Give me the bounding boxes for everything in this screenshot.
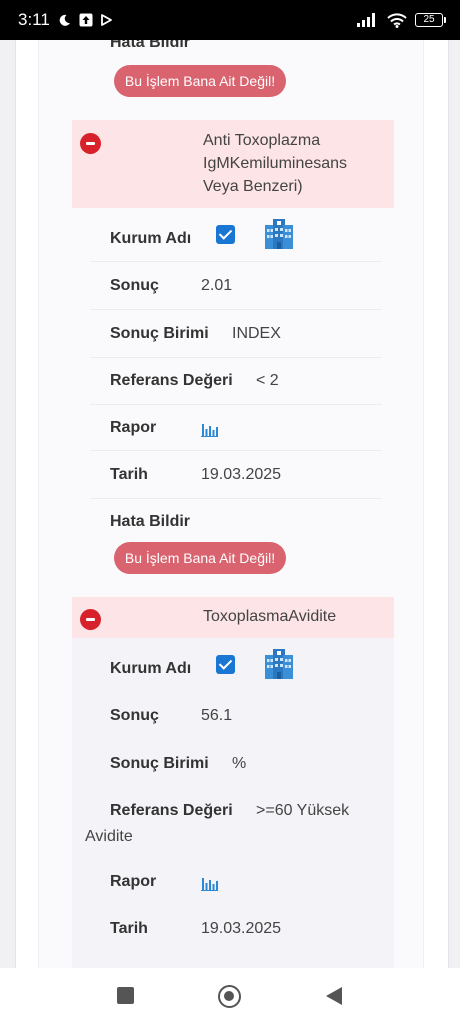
sonuc-label: Sonuç <box>110 277 159 294</box>
upload-icon <box>79 13 93 27</box>
recent-apps-icon[interactable] <box>117 987 134 1004</box>
sonuc-birimi-label: Sonuç Birimi <box>110 325 209 342</box>
rapor-label: Rapor <box>110 419 157 436</box>
rapor-label: Rapor <box>110 873 157 890</box>
signal-icon <box>357 13 375 27</box>
referans-degeri-value-cont: Avidite <box>85 828 133 845</box>
tarih-label: Tarih <box>110 920 148 937</box>
sonuc-value: 2.01 <box>201 277 233 294</box>
hata-bildir-label: Hata Bildir <box>110 40 191 51</box>
collapse-icon[interactable] <box>80 609 101 630</box>
referans-degeri-label: Referans Değeri <box>110 802 233 819</box>
tarih-value: 19.03.2025 <box>201 920 282 937</box>
hospital-building-icon[interactable] <box>262 217 295 250</box>
hospital-building-icon[interactable] <box>262 647 295 680</box>
page-content[interactable]: Hata Bildir Bu İşlem Bana Ait Değil! Ant… <box>0 40 460 968</box>
status-bar: 3:11 25 <box>0 0 460 40</box>
wifi-icon <box>387 12 407 28</box>
test-header-anti-toxoplazma[interactable]: Anti Toxoplazma IgMKemiluminesans Veya B… <box>72 120 394 208</box>
not-my-record-button[interactable]: Bu İşlem Bana Ait Değil! <box>114 65 286 97</box>
moon-icon <box>59 14 70 26</box>
test-title-line-3: Veya Benzeri) <box>203 178 303 195</box>
status-time: 3:11 <box>18 10 50 29</box>
checkbox-icon[interactable] <box>216 655 235 674</box>
bar-chart-icon[interactable] <box>201 876 218 891</box>
collapse-icon[interactable] <box>80 133 101 154</box>
sonuc-birimi-value: INDEX <box>232 325 281 342</box>
test-header-toxoplasma-avidite[interactable]: ToxoplasmaAvidite <box>72 597 394 638</box>
play-icon <box>100 14 112 26</box>
bar-chart-icon[interactable] <box>201 422 218 437</box>
test-title-line-1: Anti Toxoplazma <box>203 132 321 149</box>
referans-degeri-value: >=60 Yüksek <box>256 802 350 819</box>
tarih-label: Tarih <box>110 466 148 483</box>
sonuc-label: Sonuç <box>110 707 159 724</box>
battery-icon: 25 <box>415 13 446 27</box>
battery-level: 25 <box>415 13 443 27</box>
checkbox-icon[interactable] <box>216 225 235 244</box>
not-my-record-button[interactable]: Bu İşlem Bana Ait Değil! <box>114 542 286 574</box>
hata-bildir-label: Hata Bildir <box>110 513 191 530</box>
test-title-line-2: IgMKemiluminesans <box>203 155 348 172</box>
referans-degeri-label: Referans Değeri <box>110 372 233 389</box>
kurum-adi-label: Kurum Adı <box>110 660 192 677</box>
test-title: ToxoplasmaAvidite <box>203 608 337 625</box>
home-icon[interactable] <box>218 985 241 1008</box>
back-icon[interactable] <box>326 987 342 1005</box>
sonuc-value: 56.1 <box>201 707 233 724</box>
navigation-bar <box>0 968 460 1024</box>
sonuc-birimi-label: Sonuç Birimi <box>110 755 209 772</box>
referans-degeri-value: < 2 <box>256 372 279 389</box>
tarih-value: 19.03.2025 <box>201 466 282 483</box>
kurum-adi-label: Kurum Adı <box>110 230 192 247</box>
sonuc-birimi-value: % <box>232 755 247 772</box>
